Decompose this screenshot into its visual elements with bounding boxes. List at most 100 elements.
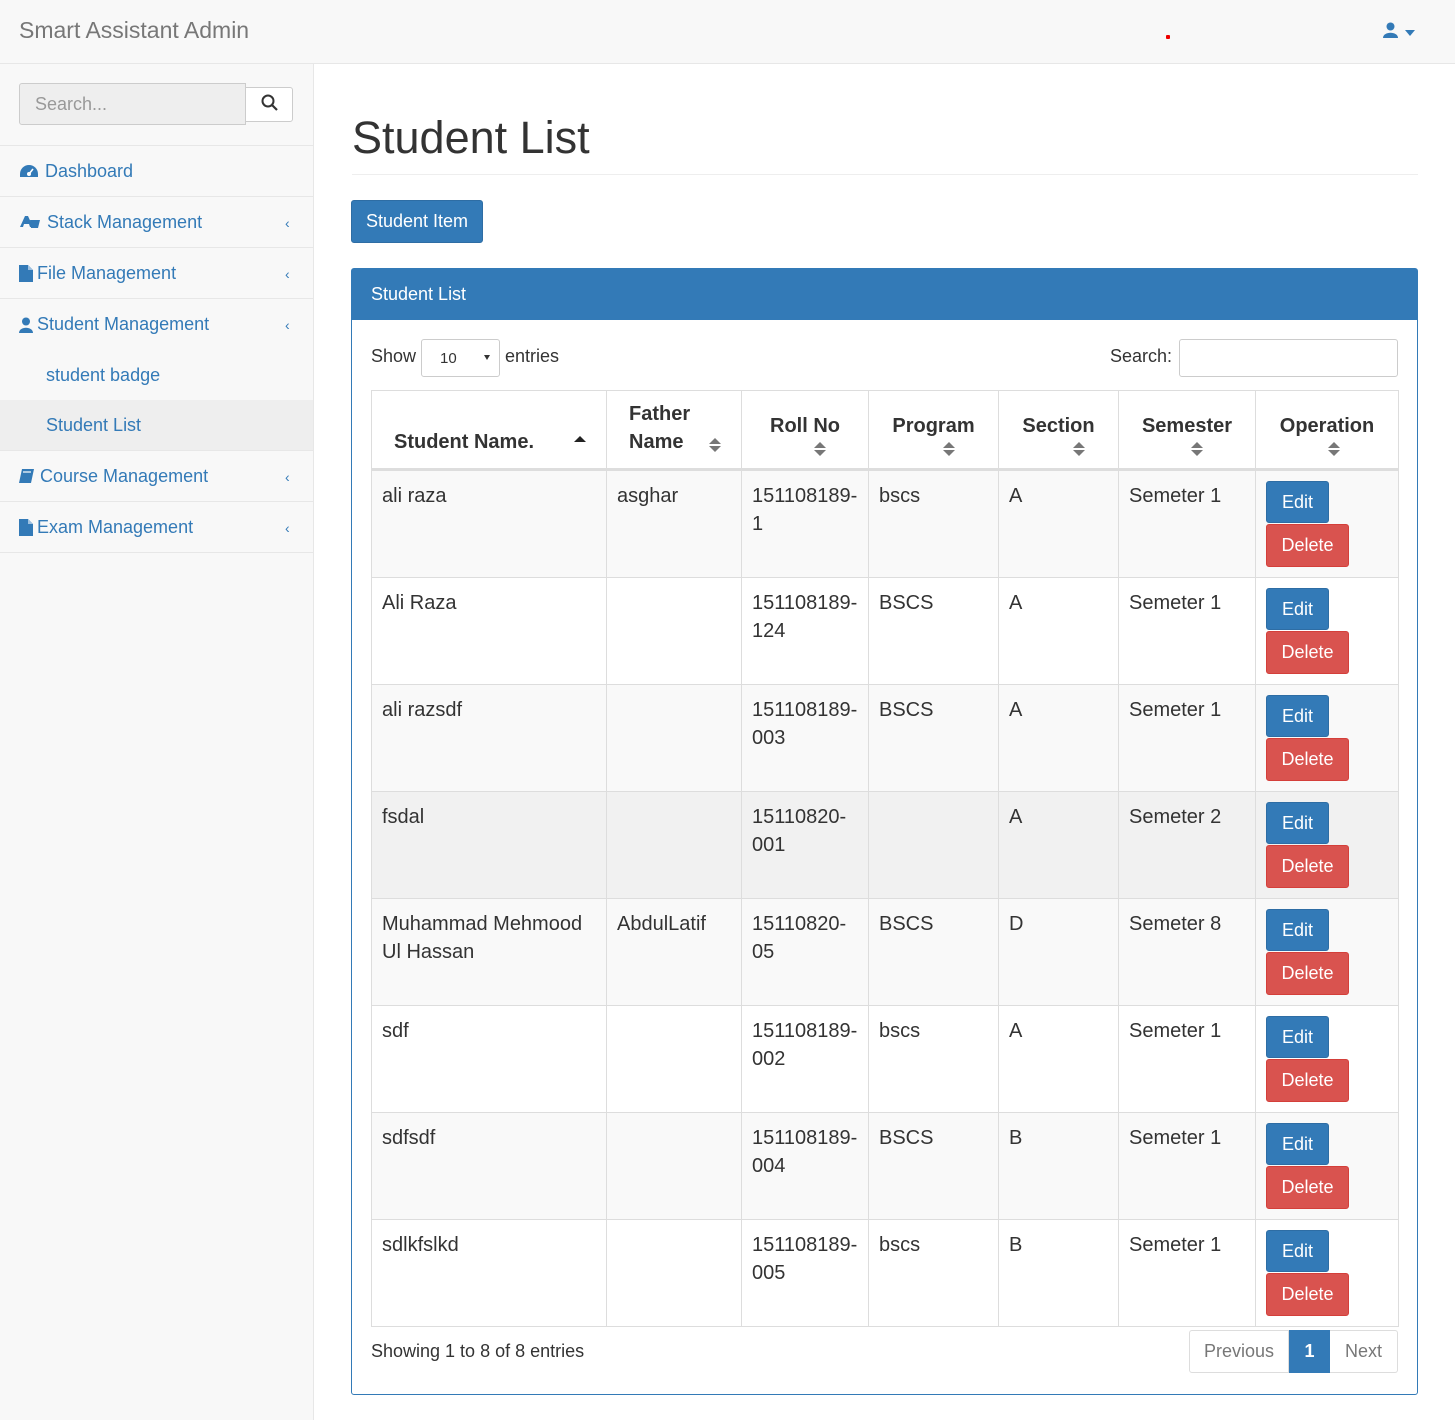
table-row: fsdal 15110820-001 A Semeter 2 Edit Dele… [371,791,1399,899]
cell-father-name: asghar [606,469,742,578]
cell-student-name: sdfsdf [371,1112,607,1220]
delete-button[interactable]: Delete [1266,1273,1349,1316]
entries-select-value: 10 [440,350,457,367]
student-table: Student Name. Father Name Roll No Progra… [371,390,1399,1327]
sidebar-subitem-student-list[interactable]: Student List [0,400,313,450]
cell-father-name [606,684,742,792]
user-menu-toggle[interactable] [1383,22,1415,43]
dashboard-icon [19,163,39,179]
table-search-label: Search: [1110,346,1173,366]
cell-father-name [606,1112,742,1220]
delete-button[interactable]: Delete [1266,952,1349,995]
cell-operation: Edit Delete [1255,1219,1399,1327]
chevron-left-icon: ‹ [285,215,290,231]
table-row: Ali Raza 151108189-124 BSCS A Semeter 1 … [371,577,1399,685]
cell-roll-no: 151108189-002 [741,1005,869,1113]
edit-button[interactable]: Edit [1266,1016,1329,1058]
edit-button[interactable]: Edit [1266,802,1329,844]
search-button[interactable] [245,87,293,122]
edit-button[interactable]: Edit [1266,1230,1329,1272]
cell-father-name [606,1219,742,1327]
column-header-label: Semester [1141,415,1233,437]
table-row: ali razsdf 151108189-003 BSCS A Semeter … [371,684,1399,792]
edit-button[interactable]: Edit [1266,909,1329,951]
chevron-down-icon [1405,29,1415,36]
column-header-operation[interactable]: Operation [1255,390,1399,471]
sidebar-search [0,64,313,146]
cell-semester: Semeter 8 [1118,898,1256,1006]
edit-button[interactable]: Edit [1266,1123,1329,1165]
search-input[interactable] [19,83,246,125]
cell-section: A [998,469,1119,578]
cell-operation: Edit Delete [1255,791,1399,899]
sort-icon [1073,442,1085,456]
cell-program [868,791,999,899]
stack-icon [19,214,41,230]
sort-icon [943,442,955,456]
column-header-label: Father Name [629,403,691,453]
pagination: Previous 1 Next [1189,1330,1398,1373]
column-header-label: Program [892,415,975,437]
column-header-label: Operation [1279,415,1375,437]
cell-student-name: Ali Raza [371,577,607,685]
delete-button[interactable]: Delete [1266,1059,1349,1102]
pagination-next[interactable]: Next [1330,1330,1398,1373]
cell-roll-no: 15110820-05 [741,898,869,1006]
column-header-program[interactable]: Program [868,390,999,471]
column-header-section[interactable]: Section [998,390,1119,471]
sidebar-item-exam-management[interactable]: Exam Management ‹ [0,502,313,553]
book-icon [19,468,35,484]
delete-button[interactable]: Delete [1266,1166,1349,1209]
edit-button[interactable]: Edit [1266,481,1329,523]
pagination-page-1[interactable]: 1 [1289,1330,1330,1373]
sidebar-item-dashboard[interactable]: Dashboard [0,146,313,197]
cell-section: A [998,791,1119,899]
sidebar-subitem-student-badge[interactable]: student badge [0,350,313,400]
sidebar-item-course-management[interactable]: Course Management ‹ [0,451,313,502]
cell-program: BSCS [868,684,999,792]
sidebar-item-file-management[interactable]: File Management ‹ [0,248,313,299]
entries-select[interactable]: 10 [421,339,500,377]
chevron-left-icon: ‹ [285,520,290,536]
sort-icon [1328,442,1340,456]
delete-button[interactable]: Delete [1266,631,1349,674]
sidebar-item-student-management[interactable]: Student Management ‹ [0,299,313,350]
page-title: Student List [352,112,590,163]
student-item-button[interactable]: Student Item [351,200,483,243]
edit-button[interactable]: Edit [1266,588,1329,630]
table-search-input[interactable] [1179,339,1398,377]
cell-student-name: Muhammad Mehmood Ul Hassan [371,898,607,1006]
cell-program: BSCS [868,577,999,685]
cell-operation: Edit Delete [1255,898,1399,1006]
edit-button[interactable]: Edit [1266,695,1329,737]
column-header-student-name[interactable]: Student Name. [371,390,607,471]
panel-title: Student List [352,269,1417,320]
chevron-left-icon: ‹ [285,317,290,333]
column-header-father-name[interactable]: Father Name [606,390,742,471]
brand-title[interactable]: Smart Assistant Admin [19,17,249,44]
show-label: Show [371,346,417,366]
divider [352,174,1418,175]
sidebar-item-stack-management[interactable]: Stack Management ‹ [0,197,313,248]
delete-button[interactable]: Delete [1266,738,1349,781]
sidebar-item-label: Stack Management [47,211,203,232]
cell-student-name: ali razsdf [371,684,607,792]
table-row: sdf 151108189-002 bscs A Semeter 1 Edit … [371,1005,1399,1113]
column-header-roll-no[interactable]: Roll No [741,390,869,471]
cell-semester: Semeter 1 [1118,684,1256,792]
delete-button[interactable]: Delete [1266,845,1349,888]
sidebar-item-label: Student Management [37,314,210,334]
cell-roll-no: 151108189-1 [741,469,869,578]
cell-semester: Semeter 1 [1118,469,1256,578]
pagination-previous[interactable]: Previous [1189,1330,1289,1373]
file-icon [19,518,33,536]
column-header-semester[interactable]: Semester [1118,390,1256,471]
cell-section: D [998,898,1119,1006]
search-icon [261,94,278,116]
user-icon [19,317,33,333]
cell-semester: Semeter 2 [1118,791,1256,899]
delete-button[interactable]: Delete [1266,524,1349,567]
cell-operation: Edit Delete [1255,1005,1399,1113]
cell-semester: Semeter 1 [1118,1219,1256,1327]
cell-section: A [998,577,1119,685]
